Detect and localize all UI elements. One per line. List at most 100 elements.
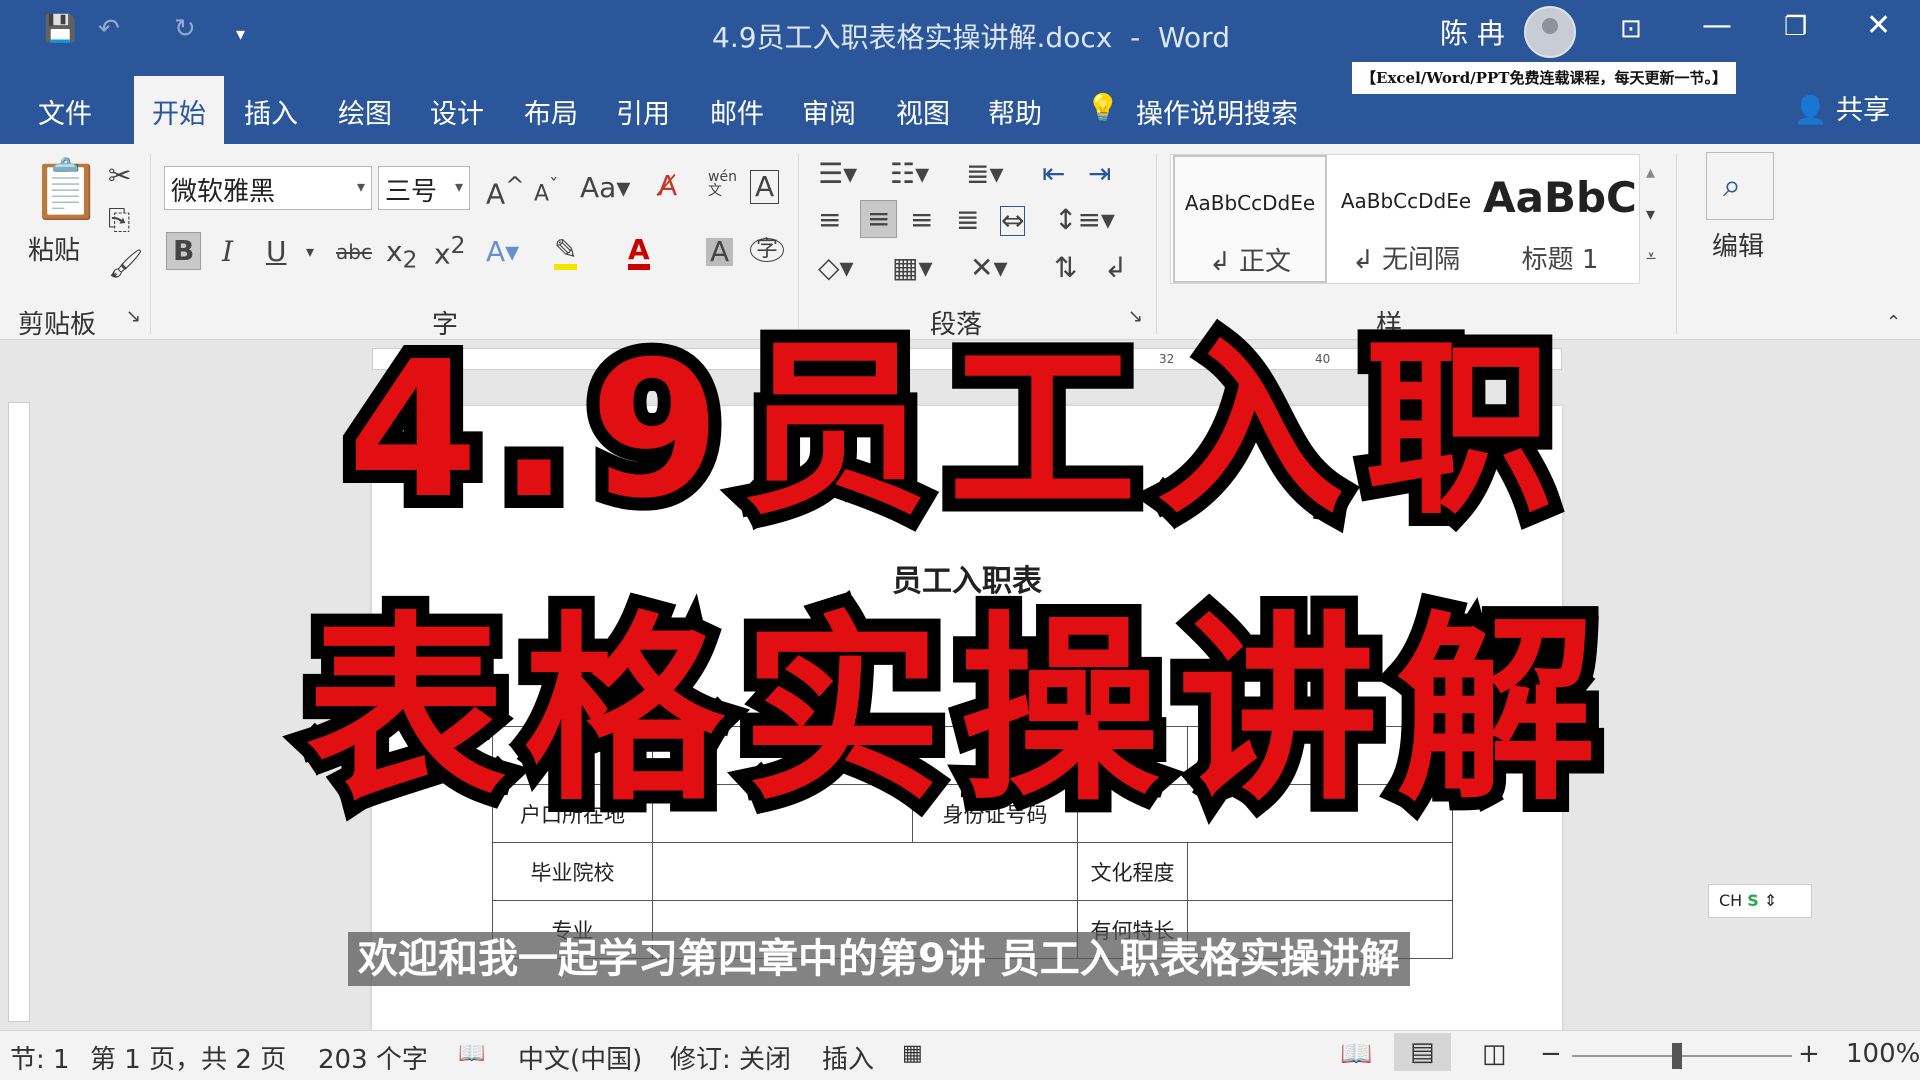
font-size-box[interactable]: 三号 ▾ (378, 166, 470, 210)
bullets-icon[interactable]: ☰▾ (818, 160, 857, 188)
close-icon[interactable]: ✕ (1866, 8, 1891, 43)
phonetic-guide-icon[interactable]: wén 文 (708, 170, 737, 198)
status-insert-mode[interactable]: 插入 (822, 1039, 874, 1076)
overlay-title-line2: 表格实操讲解 (293, 582, 1614, 841)
tab-insert[interactable]: 插入 (244, 92, 298, 131)
status-section[interactable]: 节: 1 (10, 1039, 70, 1076)
zoom-slider[interactable] (1572, 1055, 1792, 1057)
zoom-level[interactable]: 100% (1846, 1039, 1920, 1069)
proofing-icon[interactable]: 📖 (458, 1041, 485, 1066)
undo-icon[interactable]: ↶ (98, 14, 120, 44)
status-page[interactable]: 第 1 页，共 2 页 (90, 1039, 286, 1076)
status-language[interactable]: 中文(中国) (518, 1039, 642, 1076)
tab-mailings[interactable]: 邮件 (710, 92, 764, 131)
zoom-in-icon[interactable]: + (1798, 1039, 1820, 1069)
font-name-box[interactable]: 微软雅黑 ▾ (164, 166, 372, 210)
table-cell[interactable] (652, 842, 1078, 901)
increase-indent-icon[interactable]: ⇥ (1088, 160, 1111, 188)
cut-icon[interactable]: ✂ (108, 162, 131, 190)
avatar[interactable] (1524, 6, 1576, 58)
text-effects-icon[interactable]: A▾ (486, 238, 519, 266)
ribbon-display-options-icon[interactable]: ⊡ (1620, 14, 1642, 44)
align-left-icon[interactable]: ≡ (818, 206, 841, 234)
status-track-changes[interactable]: 修订: 关闭 (670, 1039, 791, 1076)
italic-icon[interactable]: I (222, 238, 233, 266)
superscript-icon[interactable]: x2 (434, 233, 465, 268)
underline-icon[interactable]: U (266, 238, 287, 266)
table-cell[interactable] (1187, 842, 1453, 901)
style-no-spacing[interactable]: AaBbCcDdEe ↲ 无间隔 (1329, 155, 1483, 283)
tab-home[interactable]: 开始 (134, 76, 224, 144)
change-case-icon[interactable]: Aa▾ (580, 174, 630, 202)
macro-icon[interactable]: ▦ (902, 1041, 923, 1066)
style-name: 标题 1 (1521, 245, 1599, 275)
table-cell[interactable]: 毕业院校 (492, 842, 653, 901)
user-name[interactable]: 陈 冉 (1440, 12, 1505, 52)
web-layout-icon[interactable]: ◫ (1482, 1039, 1507, 1069)
lightbulb-icon: 💡 (1086, 93, 1120, 124)
tab-layout[interactable]: 布局 (524, 92, 578, 131)
grow-font-icon[interactable]: A^ (486, 173, 525, 208)
gallery-more-icon[interactable]: ⩡ (1646, 248, 1656, 266)
shrink-font-icon[interactable]: Aˇ (534, 177, 558, 205)
format-painter-icon[interactable]: 🖌 (108, 250, 144, 278)
character-shading-icon[interactable]: A (706, 238, 734, 266)
customize-quick-access-icon[interactable]: ▾ (236, 24, 245, 45)
tab-references[interactable]: 引用 (616, 92, 670, 131)
highlight-icon[interactable]: ✎ (554, 236, 578, 270)
promo-banner: 【Excel/Word/PPT免费连载课程，每天更新一节。】 (1352, 62, 1736, 94)
share-button[interactable]: 👤 共享 (1794, 88, 1890, 127)
chevron-down-icon: ▾ (356, 177, 365, 196)
zoom-slider-handle[interactable] (1672, 1043, 1682, 1069)
chevron-down-icon: ▾ (454, 177, 463, 196)
font-size-value: 三号 (385, 177, 438, 207)
justify-icon[interactable]: ≣ (956, 206, 979, 234)
chevron-down-icon[interactable]: ▾ (306, 244, 314, 260)
strikethrough-icon[interactable]: abc (336, 242, 372, 262)
align-right-icon[interactable]: ≡ (910, 206, 933, 234)
subscript-icon[interactable]: x2 (386, 238, 417, 272)
style-heading-1[interactable]: AaBbC 标题 1 (1483, 155, 1637, 283)
overlay-title-line1: 4.9员工入职 (334, 308, 1573, 553)
font-name-value: 微软雅黑 (171, 177, 276, 207)
save-icon[interactable]: 💾 (44, 14, 76, 44)
font-color-icon[interactable]: A (628, 236, 650, 270)
style-normal[interactable]: AaBbCcDdEe ↲ 正文 (1173, 155, 1327, 283)
find-icon[interactable]: ⌕ (1706, 152, 1774, 220)
line-spacing-icon[interactable]: ↕≡▾ (1054, 206, 1115, 234)
tab-design[interactable]: 设计 (430, 92, 484, 131)
minimize-icon[interactable]: — (1702, 8, 1732, 43)
decrease-indent-icon[interactable]: ⇤ (1042, 160, 1065, 188)
tab-help[interactable]: 帮助 (988, 92, 1042, 131)
bold-icon[interactable]: B (166, 232, 202, 270)
tab-view[interactable]: 视图 (896, 92, 950, 131)
status-word-count[interactable]: 203 个字 (318, 1039, 428, 1076)
clear-formatting-icon[interactable]: A̸ (658, 172, 677, 200)
character-border-icon[interactable]: A (750, 170, 780, 204)
restore-icon[interactable]: ❐ (1784, 12, 1807, 42)
print-layout-icon[interactable]: ▤ (1394, 1033, 1451, 1071)
paste-icon[interactable]: 📋 (30, 160, 102, 218)
table-cell[interactable]: 文化程度 (1077, 842, 1188, 901)
paste-button[interactable]: 粘贴 (28, 230, 80, 267)
tell-me-search[interactable]: 操作说明搜索 (1136, 92, 1298, 131)
styles-gallery: AaBbCcDdEe ↲ 正文 AaBbCcDdEe ↲ 无间隔 AaBbC 标… (1170, 154, 1640, 284)
status-bar: 节: 1 第 1 页，共 2 页 203 个字 📖 中文(中国) 修订: 关闭 … (0, 1030, 1920, 1080)
multilevel-list-icon[interactable]: ≣▾ (966, 160, 1004, 188)
align-center-icon[interactable]: ≡ (860, 200, 898, 238)
enclose-characters-icon[interactable]: 字 (750, 238, 785, 262)
editing-button[interactable]: 编辑 (1712, 226, 1764, 263)
tab-file[interactable]: 文件 (38, 92, 92, 131)
distributed-icon[interactable]: ⇔ (1000, 206, 1026, 236)
gallery-up-icon[interactable]: ▴ (1646, 164, 1655, 182)
ime-indicator[interactable]: CH S ⇕ (1708, 884, 1812, 918)
tab-draw[interactable]: 绘图 (338, 92, 392, 131)
read-mode-icon[interactable]: 📖 (1340, 1039, 1372, 1069)
gallery-down-icon[interactable]: ▾ (1646, 206, 1655, 224)
zoom-out-icon[interactable]: − (1540, 1039, 1562, 1069)
style-sample: AaBbCcDdEe (1184, 191, 1316, 215)
tab-review[interactable]: 审阅 (802, 92, 856, 131)
numbering-icon[interactable]: ☷▾ (890, 160, 929, 188)
redo-icon[interactable]: ↻ (174, 14, 196, 44)
copy-icon[interactable]: ⎘ (108, 206, 130, 234)
